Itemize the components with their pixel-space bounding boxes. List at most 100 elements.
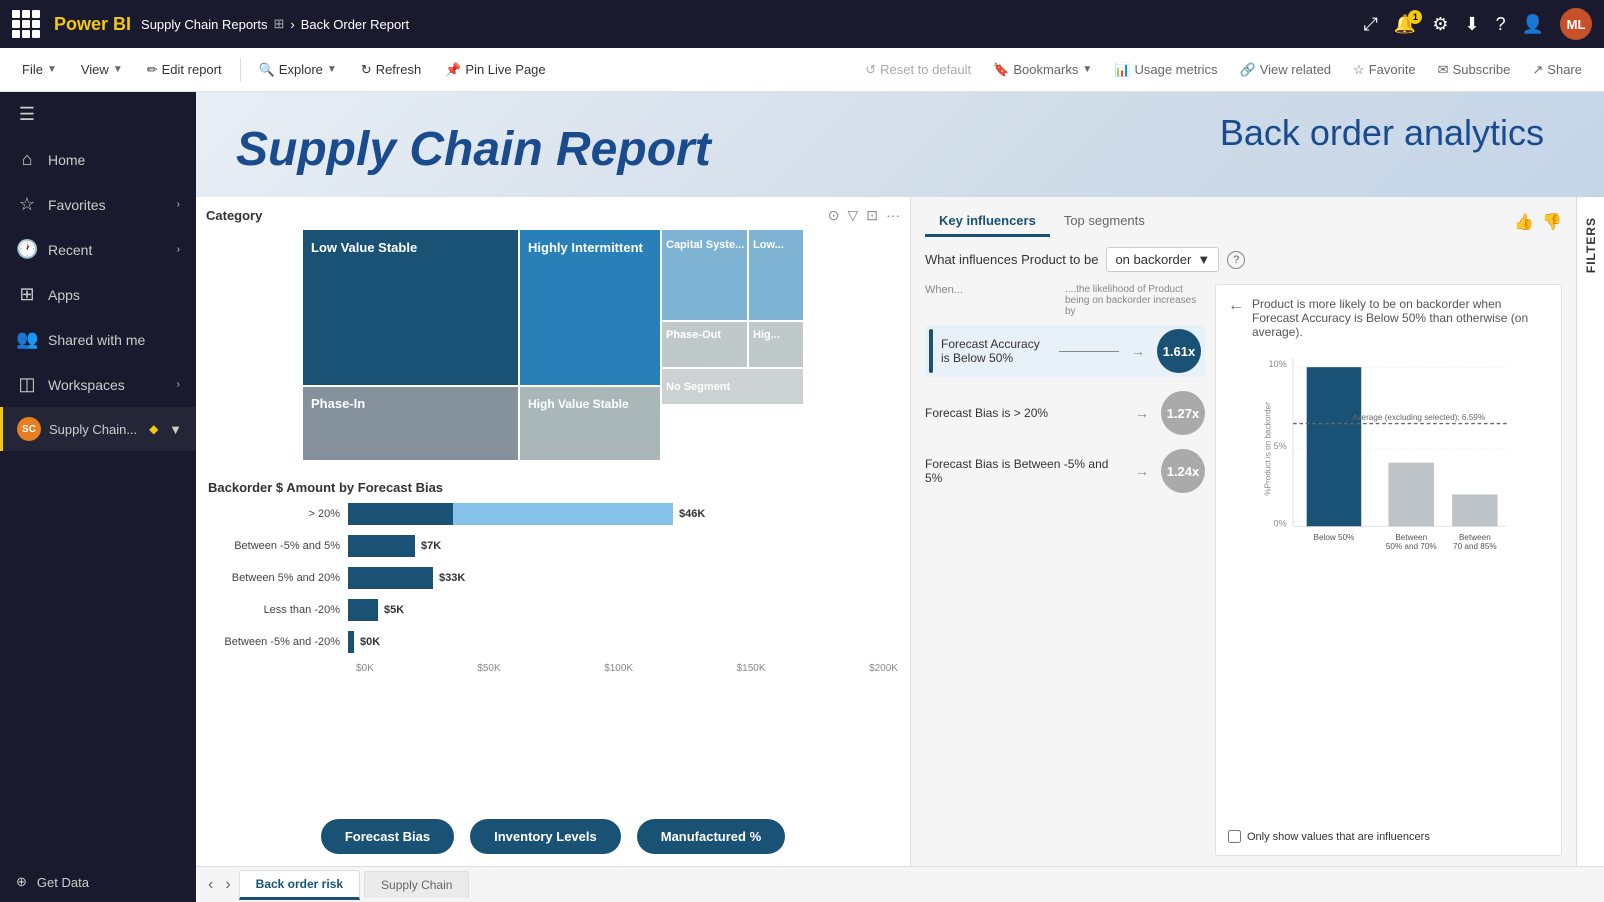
arrow-icon-2: → xyxy=(1135,405,1149,421)
forecast-bias-button[interactable]: Forecast Bias xyxy=(321,819,454,854)
sidebar-item-get-data[interactable]: ⊕ Get Data xyxy=(0,862,196,902)
influencer-item-3[interactable]: Forecast Bias is Between -5% and 5% → 1.… xyxy=(925,449,1205,493)
svg-text:Phase-In: Phase-In xyxy=(311,396,365,411)
ribbon: File ▼ View ▼ ✏ Edit report 🔍 Explore ▼ … xyxy=(0,48,1604,92)
treemap-visual[interactable]: Low Value Stable Highly Intermittent Cap… xyxy=(206,230,900,460)
view-menu[interactable]: View ▼ xyxy=(71,58,133,81)
when-header: When... ....the likelihood of Product be… xyxy=(925,284,1205,317)
workspace-caret: ▼ xyxy=(169,422,182,437)
pin-icon: 📌 xyxy=(445,62,461,78)
favorites-caret: › xyxy=(177,199,180,210)
reset-icon: ↺ xyxy=(865,62,876,78)
get-data-icon: ⊕ xyxy=(16,874,27,890)
influencer-condition-1: Forecast Accuracy is Below 50% xyxy=(941,337,1040,365)
tab-key-influencers[interactable]: Key influencers xyxy=(925,207,1050,237)
help-icon[interactable]: ? xyxy=(1496,14,1506,35)
reset-button[interactable]: ↺ Reset to default xyxy=(855,58,981,82)
edit-report-button[interactable]: ✏ Edit report xyxy=(137,58,232,82)
view-related-button[interactable]: 🔗 View related xyxy=(1230,58,1342,82)
bookmarks-button[interactable]: 🔖 Bookmarks ▼ xyxy=(983,58,1102,82)
bar-50-70[interactable] xyxy=(1389,463,1434,527)
page-tab-backorder-risk[interactable]: Back order risk xyxy=(239,870,360,900)
ki-thumb-down-icon[interactable]: 👎 xyxy=(1542,212,1562,232)
explore-button[interactable]: 🔍 Explore ▼ xyxy=(249,58,347,82)
ki-chart-description: Product is more likely to be on backorde… xyxy=(1252,297,1549,339)
ki-thumb-up-icon[interactable]: 👍 xyxy=(1514,212,1534,232)
view-label: View xyxy=(81,62,109,77)
influencer-text-3: Forecast Bias is Between -5% and 5% xyxy=(925,457,1123,485)
sidebar-item-apps[interactable]: ⊞ Apps xyxy=(0,272,196,317)
sidebar-item-workspaces[interactable]: ◫ Workspaces › xyxy=(0,362,196,407)
share-button[interactable]: ↗ Share xyxy=(1522,58,1592,82)
ki-chart-svg: 10% 5% 0% xyxy=(1228,349,1549,549)
sidebar-item-toggle[interactable]: ☰ xyxy=(0,92,196,137)
right-panel: Key influencers Top segments 👍 👎 What in… xyxy=(911,197,1576,866)
bar-value-3: $33K xyxy=(439,572,465,584)
page-tab-supply-chain[interactable]: Supply Chain xyxy=(364,871,469,898)
inventory-levels-button[interactable]: Inventory Levels xyxy=(470,819,621,854)
treemap-focus-icon[interactable]: ⊙ xyxy=(828,207,840,224)
treemap-more-icon[interactable]: ··· xyxy=(886,207,900,224)
treemap-expand-icon[interactable]: ⊡ xyxy=(866,207,878,224)
download-icon[interactable]: ⬇ xyxy=(1464,14,1479,35)
bar-70-85[interactable] xyxy=(1452,494,1497,526)
refresh-icon: ↻ xyxy=(361,62,372,78)
view-related-label: View related xyxy=(1260,62,1331,77)
report-body: Category ⊙ ▽ ⊡ ··· Low Value xyxy=(196,197,1604,866)
tab-top-segments[interactable]: Top segments xyxy=(1050,207,1159,237)
apps-icon: ⊞ xyxy=(16,284,38,305)
barchart-section: Backorder $ Amount by Forecast Bias > 20… xyxy=(196,470,910,807)
sidebar-active-workspace[interactable]: SC Supply Chain... ◆ ▼ xyxy=(0,407,196,451)
user-avatar[interactable]: ML xyxy=(1560,8,1592,40)
bar-value-4: $5K xyxy=(384,604,404,616)
ki-body: When... ....the likelihood of Product be… xyxy=(925,284,1562,856)
expand-icon[interactable]: ⤢ xyxy=(1364,14,1378,35)
ki-tabs: Key influencers Top segments 👍 👎 xyxy=(925,207,1562,237)
left-panel: Category ⊙ ▽ ⊡ ··· Low Value xyxy=(196,197,911,866)
sidebar-item-shared[interactable]: 👥 Shared with me xyxy=(0,317,196,362)
influencer-list: When... ....the likelihood of Product be… xyxy=(925,284,1205,856)
ki-help-button[interactable]: ? xyxy=(1227,251,1245,269)
refresh-button[interactable]: ↻ Refresh xyxy=(351,58,431,82)
sidebar: ☰ ⌂ Home ☆ Favorites › 🕐 Recent › ⊞ Apps… xyxy=(0,92,196,902)
influencer-item-1[interactable]: Forecast Accuracy is Below 50% → 1.61x xyxy=(925,325,1205,377)
file-caret: ▼ xyxy=(47,64,57,75)
waffle-menu[interactable] xyxy=(12,10,40,38)
back-arrow-icon[interactable]: ← xyxy=(1228,297,1244,315)
svg-text:Between: Between xyxy=(1459,533,1491,542)
usage-metrics-button[interactable]: 📊 Usage metrics xyxy=(1104,58,1227,82)
filters-panel[interactable]: FILTERS xyxy=(1576,197,1604,866)
settings-icon[interactable]: ⚙ xyxy=(1432,14,1448,35)
ki-dropdown[interactable]: on backorder ▼ xyxy=(1106,247,1219,272)
ki-checkbox[interactable]: Only show values that are influencers xyxy=(1228,830,1549,843)
refresh-label: Refresh xyxy=(376,62,422,77)
sidebar-item-home[interactable]: ⌂ Home xyxy=(0,137,196,182)
sidebar-item-recent[interactable]: 🕐 Recent › xyxy=(0,227,196,272)
manufactured-pct-button[interactable]: Manufactured % xyxy=(637,819,785,854)
sidebar-home-label: Home xyxy=(48,152,180,168)
bar-below50[interactable] xyxy=(1307,367,1362,526)
file-menu[interactable]: File ▼ xyxy=(12,58,67,81)
account-icon[interactable]: 👤 xyxy=(1522,14,1544,35)
breadcrumb-icon: ⊞ xyxy=(274,16,285,32)
treemap-header: Category ⊙ ▽ ⊡ ··· xyxy=(206,207,900,224)
favorite-button[interactable]: ☆ Favorite xyxy=(1343,58,1426,82)
home-icon: ⌂ xyxy=(16,149,38,170)
ki-chart-inner: 10% 5% 0% xyxy=(1228,349,1549,822)
svg-text:5%: 5% xyxy=(1274,441,1287,451)
sidebar-item-favorites[interactable]: ☆ Favorites › xyxy=(0,182,196,227)
subscribe-button[interactable]: ✉ Subscribe xyxy=(1428,58,1521,82)
notification-icon[interactable]: 🔔 1 xyxy=(1394,14,1416,35)
selected-bar xyxy=(929,329,933,373)
menu-toggle-icon: ☰ xyxy=(16,104,38,125)
favorites-icon: ☆ xyxy=(16,194,38,215)
sidebar-favorites-label: Favorites xyxy=(48,197,167,213)
ribbon-divider-1 xyxy=(240,58,241,82)
pin-live-page-button[interactable]: 📌 Pin Live Page xyxy=(435,58,555,82)
page-tab-prev[interactable]: ‹ xyxy=(204,874,217,896)
influencer-item-2[interactable]: Forecast Bias is > 20% → 1.27x xyxy=(925,391,1205,435)
page-tab-next[interactable]: › xyxy=(221,874,234,896)
ki-checkbox-input[interactable] xyxy=(1228,830,1241,843)
breadcrumb-workspace[interactable]: Supply Chain Reports xyxy=(141,17,267,32)
treemap-filter-icon[interactable]: ▽ xyxy=(847,207,858,224)
